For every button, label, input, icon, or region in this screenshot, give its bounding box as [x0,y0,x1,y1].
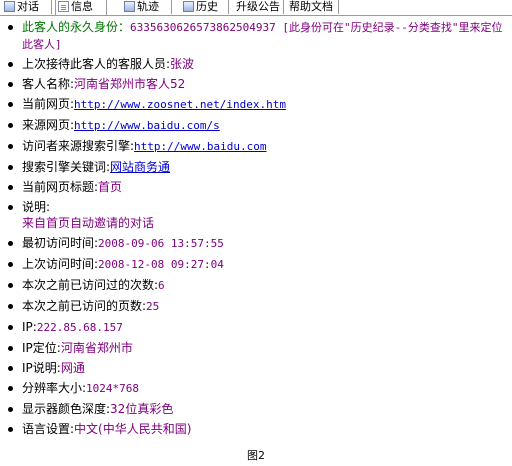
ip-note-value: 网通 [60,361,85,375]
tab-label: 信息 [71,0,93,13]
tab-label: 历史 [196,0,218,13]
source-page-label: 来源网页: [22,118,75,132]
bullet-icon [8,283,13,288]
bullet-icon [8,165,13,170]
ip-location-value: 河南省郑州市 [60,341,133,355]
last-agent-row: 上次接待此客人的客服人员:张波 [6,56,506,72]
guest-name-row: 客人名称:河南省郑州市客人52 [6,76,506,92]
tab-info[interactable]: 信息 [55,0,107,15]
color-depth-value: 32位真彩色 [110,402,174,416]
guest-name-value: 河南省郑州市客人52 [74,77,186,91]
ip-location-label: IP定位: [22,341,61,355]
last-visit-label: 上次访问时间: [22,257,99,271]
ip-row: IP:222.85.68.157 [6,319,506,336]
bullet-icon [8,346,13,351]
bullet-icon [8,185,13,190]
keyword-label: 搜索引擎关键词: [22,160,111,174]
bullet-icon [8,304,13,309]
last-visit-row: 上次访问时间:2008-12-08 09:27:04 [6,256,506,273]
visit-count-row: 本次之前已访问过的次数:6 [6,277,506,294]
page-title-label: 当前网页标题: [22,180,99,194]
keyword-row: 搜索引擎关键词:网站商务通 [6,159,506,175]
tab-track[interactable]: 轨迹 [122,0,172,14]
page-count-row: 本次之前已访问的页数:25 [6,298,506,315]
tab-label: 对话 [17,0,39,13]
info-icon [58,1,69,12]
info-panel: 此客人的永久身份：633563062657386250493​7 [此身份可在"… [6,19,506,441]
guest-name-label: 客人名称: [22,77,75,91]
resolution-row: 分辨率大小:1024*768 [6,380,506,397]
current-page-label: 当前网页: [22,97,75,111]
bullet-icon [8,102,13,107]
source-page-link[interactable]: http://www.baidu.com/s [74,119,220,132]
last-visit-value: 2008-12-08 09:27:04 [98,258,224,271]
note-value: 来自首页自动邀请的对话 [22,216,155,230]
bullet-icon [8,82,13,87]
chat-icon [4,1,15,12]
figure-caption: 图2 [247,449,265,462]
bullet-icon [8,366,13,371]
ip-location-row: IP定位:河南省郑州市 [6,340,506,356]
identity-row: 此客人的永久身份：633563062657386250493​7 [此身份可在"… [6,19,506,53]
tab-bar: 对话 信息 轨迹 历史 升级公告 帮助文档 [0,0,512,16]
note-row: 说明: 来自首页自动邀请的对话 [6,199,506,231]
language-row: 语言设置:中文(中华人民共和国) [6,421,506,437]
tab-label: 升级公告 [236,0,280,13]
tab-label: 轨迹 [137,0,159,13]
bullet-icon [8,241,13,246]
last-agent-value: 张波 [170,57,195,71]
search-engine-label: 访问者来源搜索引擎: [22,139,135,153]
history-icon [183,1,194,12]
color-depth-label: 显示器颜色深度: [22,402,111,416]
language-label: 语言设置: [22,422,75,436]
bullet-icon [8,262,13,267]
first-visit-label: 最初访问时间: [22,236,99,250]
ip-note-label: IP说明: [22,361,61,375]
ip-label: IP: [22,320,37,334]
tab-history[interactable]: 历史 [181,0,229,14]
search-engine-row: 访问者来源搜索引擎:http://www.baidu.com [6,138,506,155]
resolution-value: 1024*768 [86,382,140,395]
current-page-link[interactable]: http://www.zoosnet.net/index.htm [74,98,286,111]
first-visit-row: 最初访问时间:2008-09-06 13:57:55 [6,235,506,252]
page-count-value: 25 [146,300,160,313]
bullet-icon [8,123,13,128]
bullet-icon [8,25,13,30]
keyword-link[interactable]: 网站商务通 [110,160,170,174]
current-page-row: 当前网页:http://www.zoosnet.net/index.htm [6,96,506,113]
track-icon [124,1,135,12]
ip-note-row: IP说明:网通 [6,360,506,376]
tab-chat[interactable]: 对话 [2,0,52,14]
bullet-icon [8,407,13,412]
first-visit-value: 2008-09-06 13:57:55 [98,237,224,250]
page-title-value: 首页 [98,180,123,194]
bullet-icon [8,205,13,210]
tab-upgrade-notice[interactable]: 升级公告 [232,0,284,14]
tab-help-docs[interactable]: 帮助文档 [285,0,339,14]
page-title-row: 当前网页标题:首页 [6,179,506,195]
visit-count-value: 6 [158,279,165,292]
ip-value: 222.85.68.157 [36,321,123,334]
last-agent-label: 上次接待此客人的客服人员: [22,57,171,71]
visit-count-label: 本次之前已访问过的次数: [22,278,159,292]
note-label: 说明: [22,200,51,214]
bullet-icon [8,144,13,149]
tab-label: 帮助文档 [289,0,333,13]
source-page-row: 来源网页:http://www.baidu.com/s [6,117,506,134]
bullet-icon [8,325,13,330]
language-value: 中文(中华人民共和国) [74,422,192,436]
bullet-icon [8,427,13,432]
bullet-icon [8,386,13,391]
bullet-icon [8,62,13,67]
page-count-label: 本次之前已访问的页数: [22,299,147,313]
identity-label: 此客人的永久身份： [22,20,131,34]
color-depth-row: 显示器颜色深度:32位真彩色 [6,401,506,417]
search-engine-link[interactable]: http://www.baidu.com [134,140,266,153]
resolution-label: 分辨率大小: [22,381,87,395]
